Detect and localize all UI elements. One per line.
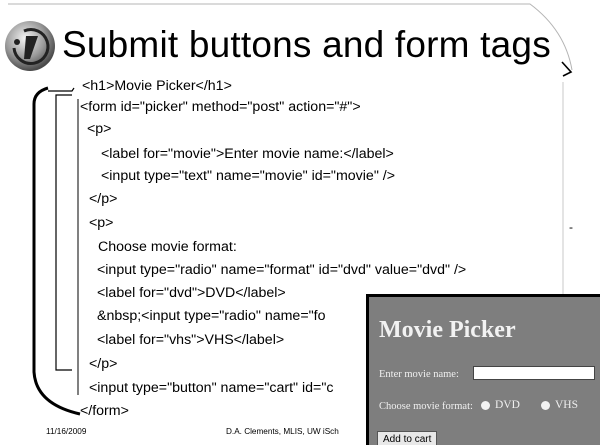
slide: Submit buttons and form tags <h1>Movie P… [0,0,600,445]
code-line: <p> [89,215,114,231]
code-line: <form id="picker" method="post" action="… [80,99,361,115]
add-to-cart-button[interactable]: Add to cart [377,431,438,445]
code-line: <label for="vhs">VHS</label> [97,332,285,348]
code-line: <input type="button" name="cart" id="c [89,380,334,396]
vhs-radio-label: VHS [555,399,579,411]
dvd-radio[interactable] [481,401,490,410]
vhs-radio[interactable] [541,401,550,410]
code-line: Choose movie format: [98,239,237,255]
footer-author: D.A. Clements, MLIS, UW iSch [226,427,339,436]
code-line: <h1>Movie Picker</h1> [82,78,232,94]
code-line: </p> [89,356,118,372]
code-line: <input type="radio" name="format" id="dv… [97,262,467,278]
code-line: </p> [89,191,118,207]
movie-picker-preview: Movie Picker Enter movie name: Choose mo… [366,294,600,445]
fluency-logo-icon [2,18,58,74]
code-line: <input type="text" name="movie" id="movi… [101,168,396,184]
movie-name-label: Enter movie name: [379,369,459,380]
movie-name-input[interactable] [473,366,595,380]
code-line: <p> [87,121,112,137]
stray-bullet: - [569,220,573,234]
preview-heading: Movie Picker [379,317,516,343]
format-label: Choose movie format: [379,401,473,412]
code-line: <label for="dvd">DVD</label> [97,285,286,301]
slide-title: Submit buttons and form tags [62,24,551,65]
code-line: &nbsp;<input type="radio" name="fo [97,308,326,324]
footer-date: 11/16/2009 [46,427,87,436]
code-line: <label for="movie">Enter movie name:</la… [101,146,394,162]
code-line: </form> [80,403,129,419]
dvd-radio-label: DVD [495,399,520,411]
